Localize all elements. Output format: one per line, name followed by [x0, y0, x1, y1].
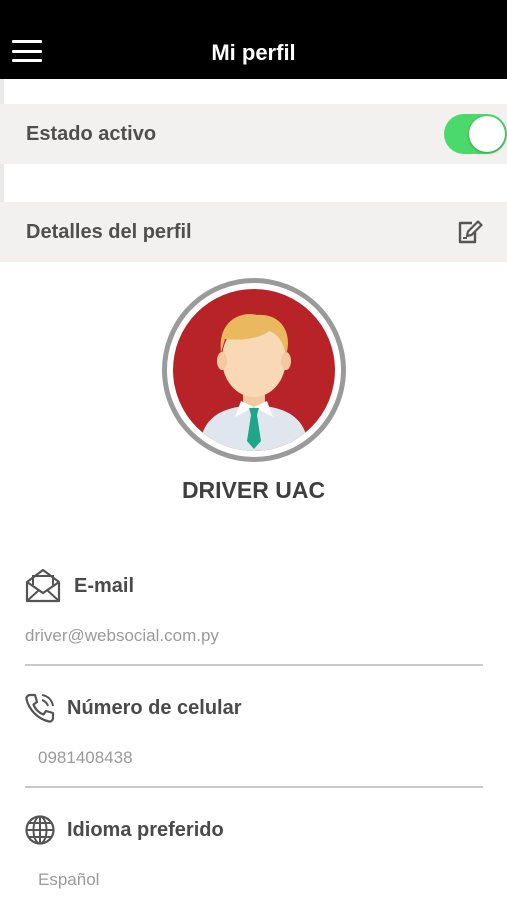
divider — [25, 664, 483, 666]
user-avatar-icon — [173, 289, 335, 451]
active-status-row: Estado activo — [0, 104, 507, 164]
user-name: DRIVER UAC — [181, 477, 326, 503]
toggle-knob — [469, 116, 505, 152]
language-value: Español — [38, 870, 100, 889]
edit-icon[interactable] — [455, 218, 483, 246]
active-status-toggle[interactable] — [444, 114, 507, 154]
phone-icon — [24, 692, 56, 729]
globe-icon — [24, 814, 56, 851]
active-status-label: Estado activo — [26, 123, 157, 145]
avatar[interactable] — [162, 278, 346, 462]
top-app-bar: Mi perfil — [0, 0, 507, 79]
envelope-icon — [24, 566, 62, 609]
phone-value: 0981408438 — [38, 748, 133, 767]
phone-label: Número de celular — [67, 697, 242, 719]
profile-details-label: Detalles del perfil — [26, 221, 192, 243]
profile-details-row: Detalles del perfil — [0, 202, 507, 262]
page-title: Mi perfil — [211, 40, 296, 65]
divider — [25, 786, 483, 788]
email-value: driver@websocial.com.py — [25, 626, 219, 645]
email-label: E-mail — [74, 575, 135, 597]
language-label: Idioma preferido — [67, 819, 224, 841]
